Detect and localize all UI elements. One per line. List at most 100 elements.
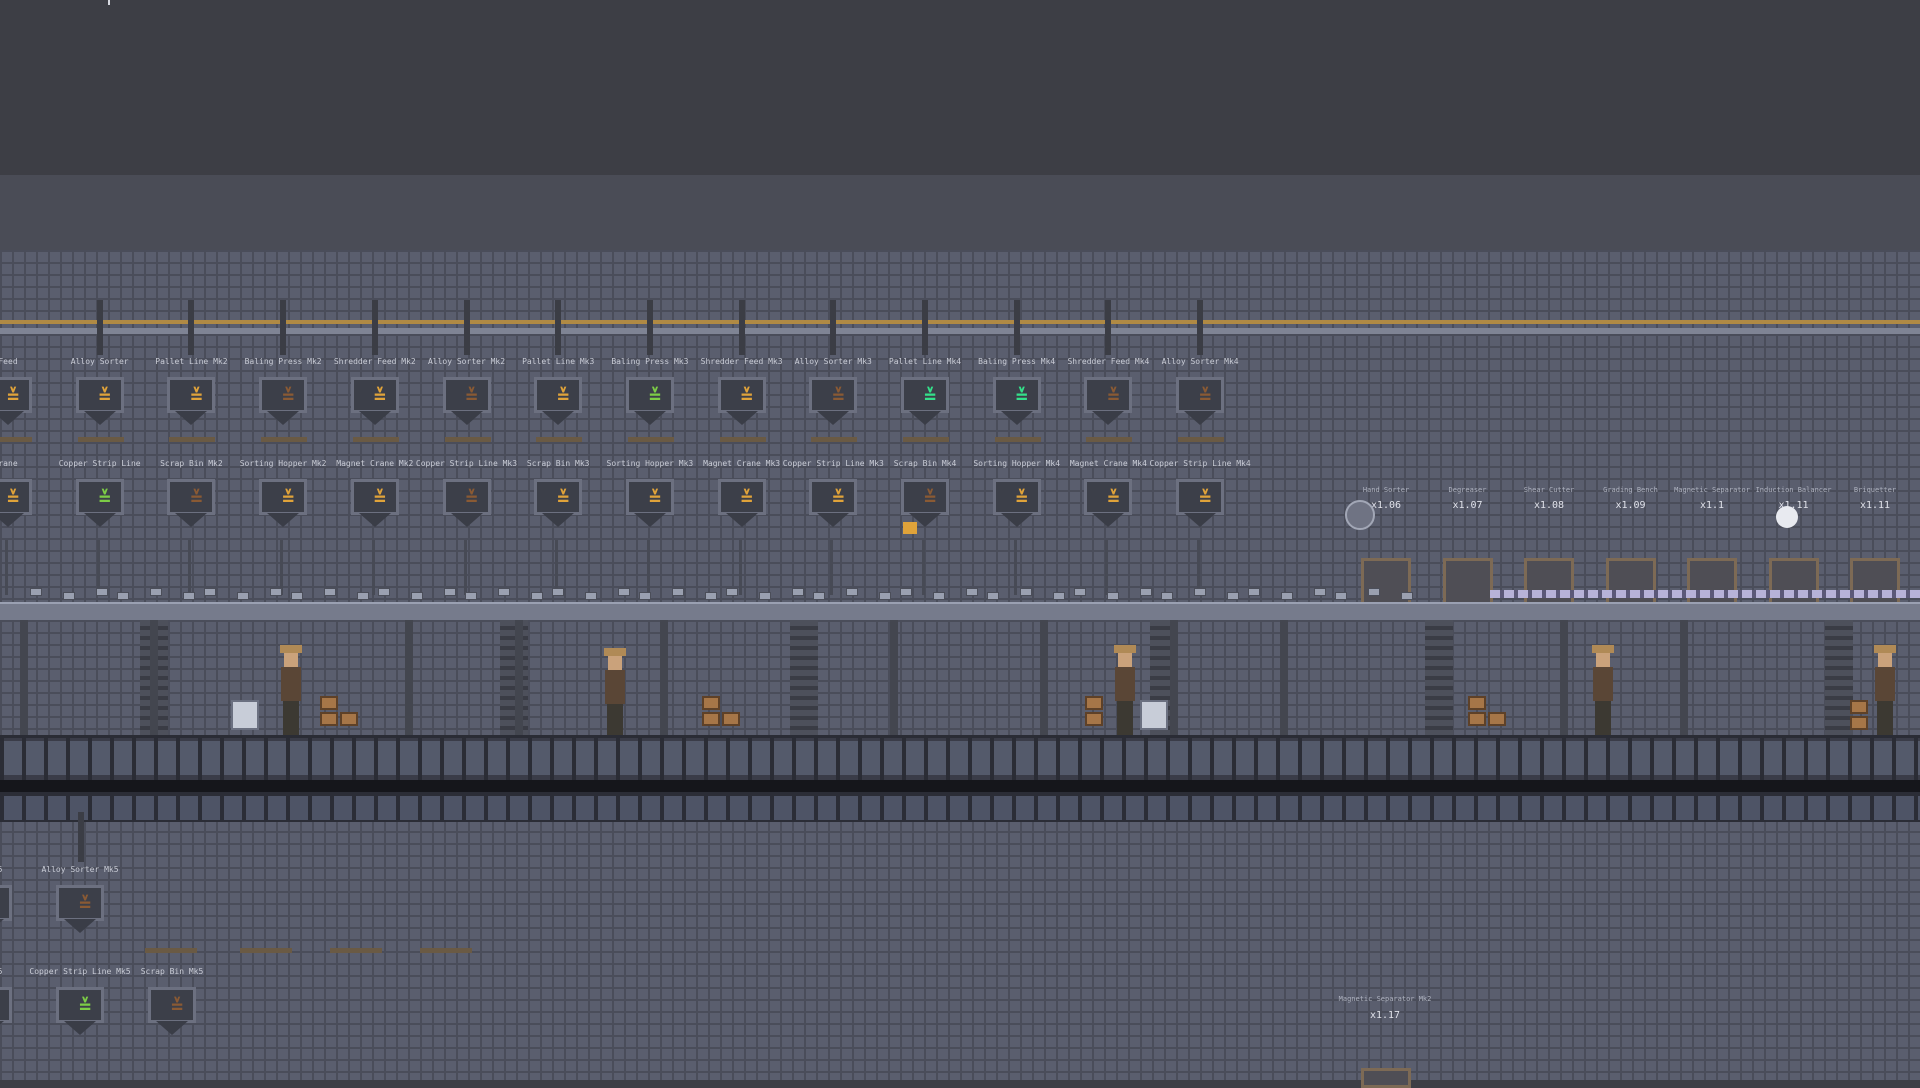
support-column — [1560, 620, 1568, 735]
worker-character[interactable] — [1870, 645, 1898, 735]
machine[interactable]: ≚ — [530, 377, 586, 439]
chevron-icon: ≚ — [170, 994, 184, 1018]
machine[interactable]: ≚ — [805, 479, 861, 541]
machine-funnel — [1184, 411, 1217, 425]
machine[interactable]: ≚ — [897, 377, 953, 439]
scrap-item — [531, 592, 543, 600]
machine[interactable]: ≚ — [805, 377, 861, 439]
machine[interactable]: ≚ — [1080, 479, 1136, 541]
machine-funnel — [450, 513, 483, 527]
empty-shelf[interactable] — [330, 948, 382, 953]
machine-label: Alloy Sorter — [70, 357, 129, 366]
chevron-icon: ≚ — [190, 384, 203, 408]
machine-body: ≚ — [1176, 479, 1225, 515]
scrap-item — [1368, 588, 1380, 596]
crate — [1850, 700, 1868, 714]
machine[interactable]: ≚ — [255, 479, 311, 541]
scrap-item — [933, 592, 945, 600]
chevron-icon: ≚ — [1199, 384, 1212, 408]
scrap-item — [411, 592, 423, 600]
chevron-icon: ≚ — [373, 486, 386, 510]
machine-label: Copper Strip Line — [58, 459, 141, 468]
machine-shelf — [903, 437, 949, 442]
chevron-icon: ≚ — [465, 486, 478, 510]
lower-station[interactable] — [1361, 1068, 1411, 1088]
scrap-item — [1248, 588, 1260, 596]
drop-pipe — [1013, 540, 1017, 595]
worker-character[interactable] — [1588, 645, 1616, 735]
machine-funnel — [542, 513, 575, 527]
machine-body: ≚ — [259, 377, 308, 413]
crate — [702, 712, 720, 726]
main-pipe — [0, 320, 1920, 324]
scrap-item — [726, 588, 738, 596]
support-column — [1040, 620, 1048, 735]
machine[interactable]: ≚ — [163, 377, 219, 439]
scrap-item — [552, 588, 564, 596]
scrap-item — [900, 588, 912, 596]
machine[interactable]: ≚ — [0, 987, 16, 1049]
machine-body: ≚ — [992, 377, 1041, 413]
machine-body: ≚ — [1084, 377, 1133, 413]
chevron-icon: ≚ — [1107, 384, 1120, 408]
feed-pipe — [646, 300, 653, 355]
machine[interactable]: ≚ — [1172, 479, 1228, 541]
support-column — [515, 620, 523, 735]
machine-body: ≚ — [534, 479, 583, 515]
machine-body: ≚ — [75, 377, 124, 413]
drop-pipe — [188, 540, 192, 595]
scrap-item — [1140, 588, 1152, 596]
machine-funnel — [156, 1021, 188, 1035]
chevron-icon: ≚ — [923, 486, 937, 510]
machine-funnel — [0, 1021, 4, 1035]
machine[interactable]: ≚ — [439, 377, 495, 439]
empty-shelf[interactable] — [145, 948, 197, 953]
machine-body: ≚ — [809, 479, 858, 515]
machine-body: ≚ — [442, 377, 491, 413]
machine[interactable]: ≚ — [52, 987, 108, 1049]
machine[interactable]: ≚ — [1080, 377, 1136, 439]
machine[interactable]: ≚ — [72, 479, 128, 541]
machine[interactable]: ≚ — [72, 377, 128, 439]
machine[interactable]: ≚ — [144, 987, 200, 1049]
machine[interactable]: ≚ — [0, 377, 36, 439]
chevron-icon: ≚ — [648, 486, 661, 510]
scrap-item — [498, 588, 510, 596]
stat-name: Hand Sorter — [1362, 486, 1410, 494]
machine[interactable]: ≚ — [714, 377, 770, 439]
worker-character[interactable] — [1110, 645, 1138, 735]
machine[interactable]: ≚ — [439, 479, 495, 541]
machine-funnel — [0, 411, 24, 425]
machine[interactable]: ≚ — [0, 479, 36, 541]
gear-icon[interactable] — [1345, 500, 1375, 530]
machine-funnel — [1092, 411, 1125, 425]
support-column — [150, 620, 158, 735]
machine[interactable]: ≚ — [347, 479, 403, 541]
worker-character[interactable] — [600, 648, 628, 738]
machine[interactable]: ≚ — [622, 377, 678, 439]
machine[interactable]: ≚ — [52, 885, 108, 947]
machine[interactable]: ≚ — [989, 377, 1045, 439]
chevron-icon: ≚ — [78, 892, 92, 916]
machine-label: Magnet Crane Mk3 — [703, 459, 781, 468]
machine[interactable]: ≚ — [0, 885, 16, 947]
machine[interactable]: ≚ — [163, 479, 219, 541]
feed-pipe — [830, 300, 837, 355]
machine-funnel — [1184, 513, 1217, 527]
empty-shelf[interactable] — [240, 948, 292, 953]
machine[interactable]: ≚ — [530, 479, 586, 541]
machine-shelf — [77, 437, 124, 442]
machine[interactable]: ≚ — [1172, 377, 1228, 439]
machine[interactable]: ≚ — [989, 479, 1045, 541]
chevron-icon: ≚ — [78, 994, 92, 1018]
stat-name: Shear Cutter — [1523, 486, 1575, 494]
worker-character[interactable] — [276, 645, 304, 735]
machine[interactable]: ≚ — [347, 377, 403, 439]
machine[interactable]: ≚ — [622, 479, 678, 541]
stat-name: Magnetic Separator — [1674, 486, 1750, 494]
machine-shelf — [1178, 437, 1225, 442]
machine[interactable]: ≚ — [714, 479, 770, 541]
empty-shelf[interactable] — [420, 948, 472, 953]
machine[interactable]: ≚ — [255, 377, 311, 439]
clock-icon[interactable] — [1776, 506, 1798, 528]
